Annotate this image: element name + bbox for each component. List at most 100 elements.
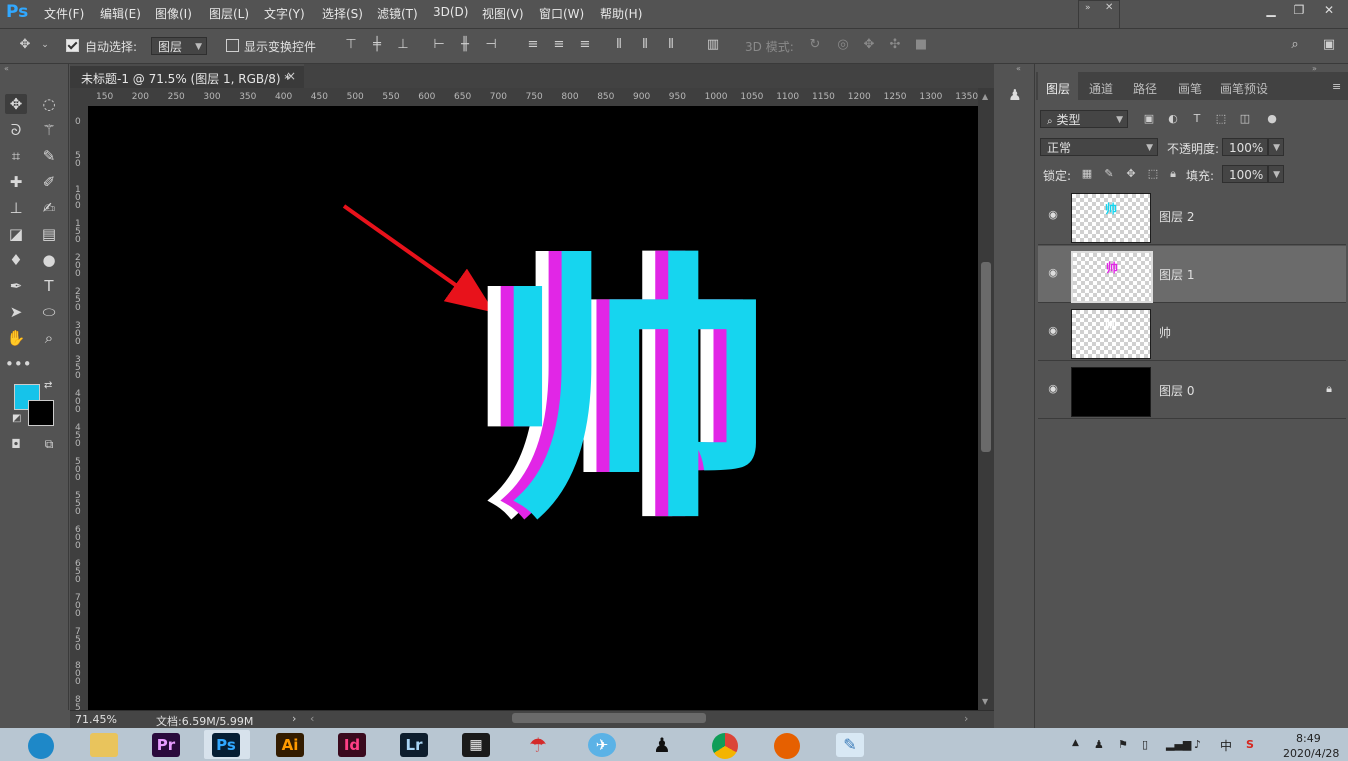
layer-row-selected[interactable]: ◉ 帅 图层 1 xyxy=(1038,246,1346,303)
filter-shape-icon[interactable]: ⬚ xyxy=(1214,112,1228,126)
tab-paths[interactable]: 路径 xyxy=(1133,80,1157,97)
layer-row[interactable]: ◉ 图层 0 🔒︎ xyxy=(1038,362,1346,419)
status-menu-chevron-icon[interactable]: › xyxy=(292,712,296,725)
move-tool-icon[interactable]: ✥ xyxy=(18,38,32,52)
swap-colors-icon[interactable]: ⇄ xyxy=(44,380,52,391)
panel-menu-icon[interactable]: ≡ xyxy=(1332,80,1341,93)
document-tab[interactable]: 未标题-1 @ 71.5% (图层 1, RGB/8) * × xyxy=(70,64,304,90)
tray-qq-icon[interactable]: ♟ xyxy=(1094,738,1104,751)
workspace-icon[interactable]: ▣ xyxy=(1322,38,1336,52)
zoom-level[interactable]: 71.45% xyxy=(75,713,117,726)
distribute-left-icon[interactable]: ⫴ xyxy=(612,38,626,52)
taskbar-umbrella-app[interactable]: ☂ xyxy=(516,730,562,759)
healing-brush-tool-icon[interactable]: ✚ xyxy=(5,172,27,192)
screen-mode-icon[interactable]: ⧉ xyxy=(38,434,60,454)
taskbar-video-editor[interactable]: ▦ xyxy=(454,730,500,759)
blend-mode-dropdown[interactable]: 正常 ▼ xyxy=(1040,138,1158,156)
menu-type[interactable]: 文字(Y) xyxy=(264,5,305,22)
vertical-scroll-thumb[interactable] xyxy=(981,262,991,452)
align-hcenter-icon[interactable]: ╫ xyxy=(458,38,472,52)
quick-mask-icon[interactable]: ◘ xyxy=(5,434,27,454)
menu-3d[interactable]: 3D(D) xyxy=(433,5,468,19)
opacity-dropdown[interactable]: ▼ xyxy=(1268,138,1284,156)
menu-view[interactable]: 视图(V) xyxy=(482,5,524,22)
taskbar-premiere[interactable]: Pr xyxy=(144,730,190,759)
distribute-right-icon[interactable]: ⫴ xyxy=(664,38,678,52)
marquee-tool-icon[interactable]: ◌ xyxy=(38,94,60,114)
menu-help[interactable]: 帮助(H) xyxy=(600,5,642,22)
menu-window[interactable]: 窗口(W) xyxy=(539,5,584,22)
lock-position-icon[interactable]: ✥ xyxy=(1124,167,1138,181)
toolbox-collapse-icon[interactable]: « xyxy=(4,64,9,73)
scroll-down-icon[interactable]: ▼ xyxy=(982,697,988,706)
filter-type-icon[interactable]: T xyxy=(1190,112,1204,126)
search-icon[interactable]: ⌕ xyxy=(1288,38,1302,52)
magic-wand-tool-icon[interactable]: ⚚ xyxy=(38,120,60,140)
move-tool-icon[interactable]: ✥ xyxy=(5,94,27,114)
distribute-bottom-icon[interactable]: ≡ xyxy=(578,38,592,52)
ruler-origin[interactable] xyxy=(70,88,88,106)
menu-file[interactable]: 文件(F) xyxy=(44,5,84,22)
crop-tool-icon[interactable]: ⌗ xyxy=(5,146,27,166)
taskbar-chrome[interactable] xyxy=(702,730,748,759)
menu-select[interactable]: 选择(S) xyxy=(322,5,363,22)
zoom-tool-icon[interactable]: ⌕ xyxy=(38,328,60,348)
document-canvas[interactable]: 帅 帅 帅 xyxy=(88,106,978,710)
fill-input[interactable]: 100% xyxy=(1222,165,1268,183)
taskbar-firefox[interactable] xyxy=(764,730,810,759)
pen-tool-icon[interactable]: ✒ xyxy=(5,276,27,296)
align-bottom-icon[interactable]: ⊥ xyxy=(396,38,410,52)
visibility-eye-icon[interactable]: ◉ xyxy=(1046,266,1060,280)
clone-stamp-tool-icon[interactable]: ⊥ xyxy=(5,198,27,218)
auto-select-checkbox[interactable] xyxy=(66,39,79,52)
layer-filter-dropdown[interactable]: ⌕ 类型 ▼ xyxy=(1040,110,1128,128)
align-left-icon[interactable]: ⊢ xyxy=(432,38,446,52)
lock-artboard-icon[interactable]: ⬚ xyxy=(1146,167,1160,181)
visibility-eye-icon[interactable]: ◉ xyxy=(1046,382,1060,396)
show-transform-checkbox[interactable] xyxy=(226,39,239,52)
blur-tool-icon[interactable]: ♦ xyxy=(5,250,27,270)
tray-flag-icon[interactable]: ⚑ xyxy=(1118,738,1128,751)
hand-tool-icon[interactable]: ✋ xyxy=(5,328,27,348)
auto-align-icon[interactable]: ▥ xyxy=(706,38,720,52)
layer-name[interactable]: 图层 2 xyxy=(1159,208,1194,225)
background-color-swatch[interactable] xyxy=(28,400,54,426)
document-tab-close-icon[interactable]: × xyxy=(286,69,296,83)
align-top-icon[interactable]: ⊤ xyxy=(344,38,358,52)
taskbar-qq[interactable]: ♟ xyxy=(640,730,686,759)
align-right-icon[interactable]: ⊣ xyxy=(484,38,498,52)
3d-roll-icon[interactable]: ◎ xyxy=(836,38,850,52)
gradient-tool-icon[interactable]: ▤ xyxy=(38,224,60,244)
tab-layers[interactable]: 图层 xyxy=(1046,80,1070,97)
more-tools-icon[interactable]: ••• xyxy=(5,354,32,374)
lasso-tool-icon[interactable]: ᘐ xyxy=(5,120,27,140)
layer-row[interactable]: ◉ 帅 图层 2 xyxy=(1038,188,1346,245)
menu-edit[interactable]: 编辑(E) xyxy=(100,5,141,22)
taskbar-browser-app[interactable] xyxy=(18,730,64,759)
filter-smart-object-icon[interactable]: ◫ xyxy=(1238,112,1252,126)
scroll-up-icon[interactable]: ▲ xyxy=(982,92,988,101)
eyedropper-tool-icon[interactable]: ✎ xyxy=(38,146,60,166)
filter-toggle-icon[interactable]: ● xyxy=(1265,112,1279,126)
collapse-icon[interactable]: » xyxy=(1085,3,1091,13)
taskbar-bird-app[interactable]: ✈ xyxy=(580,730,626,759)
ruler-vertical[interactable]: 0 50 100 150 200 250 300 350 400 450 500 550 600 650 7… xyxy=(70,106,89,721)
distribute-vcenter-icon[interactable]: ≡ xyxy=(552,38,566,52)
taskbar-illustrator[interactable]: Ai xyxy=(268,730,314,759)
visibility-eye-icon[interactable]: ◉ xyxy=(1046,208,1060,222)
tray-time[interactable]: 8:49 xyxy=(1296,732,1321,745)
tray-network-icon[interactable]: ▂▄▆ xyxy=(1166,738,1191,751)
horizontal-scroll-thumb[interactable] xyxy=(512,713,706,723)
3d-scale-icon[interactable]: ■ xyxy=(914,38,928,52)
filter-pixel-icon[interactable]: ▣ xyxy=(1142,112,1156,126)
fill-dropdown[interactable]: ▼ xyxy=(1268,165,1284,183)
ruler-horizontal[interactable]: 150 200 250 300 350 400 450 500 550 600 650 700 750 8… xyxy=(88,88,978,107)
distribute-hcenter-icon[interactable]: ⫴ xyxy=(638,38,652,52)
tray-sogou-icon[interactable]: S xyxy=(1246,738,1254,751)
tray-volume-icon[interactable]: ♪ xyxy=(1194,738,1201,751)
tray-ime[interactable]: 中 xyxy=(1220,737,1232,754)
align-vcenter-icon[interactable]: ╪ xyxy=(370,38,384,52)
lock-transparent-icon[interactable]: ▦ xyxy=(1080,167,1094,181)
menu-image[interactable]: 图像(I) xyxy=(155,5,192,22)
eraser-tool-icon[interactable]: ◪ xyxy=(5,224,27,244)
